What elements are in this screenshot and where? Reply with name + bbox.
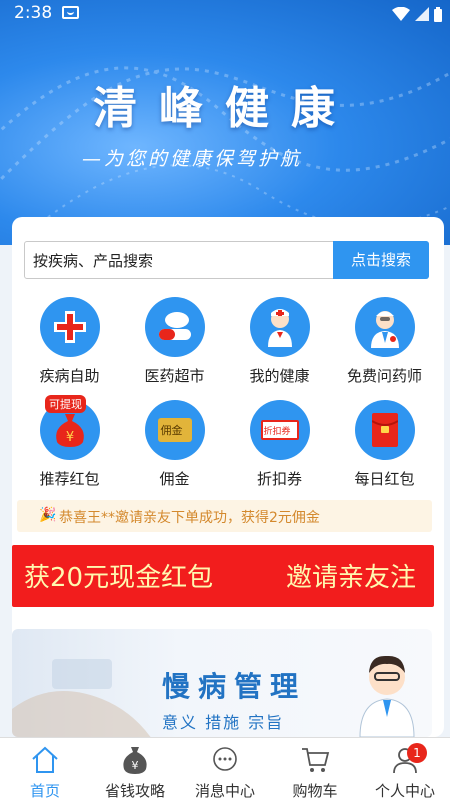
tab-savings-guide[interactable]: ¥ 省钱攻略: [90, 738, 180, 801]
grid-label: 我的健康: [249, 367, 310, 385]
grid-label: 折扣券: [256, 470, 302, 488]
grid-label: 疾病自助: [39, 367, 100, 385]
grid-label: 医药超市: [144, 367, 205, 385]
chronic-disease-banner[interactable]: 慢病管理 意义 措施 宗旨: [12, 629, 432, 737]
grid-item-pharmacy-mall[interactable]: 医药超市: [122, 297, 227, 386]
main-card: 按疾病、产品搜索 点击搜索 疾病自助 医药超市 我的健康 免费问药师 ¥ 可提现…: [12, 217, 444, 737]
status-bar: 2:38: [0, 0, 450, 28]
grid-item-recommend-bonus[interactable]: ¥ 可提现 推荐红包: [17, 395, 122, 489]
coupon-card-text: 折扣券: [263, 427, 291, 437]
grid-label: 佣金: [159, 470, 190, 488]
cart-icon: [302, 748, 330, 772]
tab-cart[interactable]: 购物车: [270, 738, 360, 801]
notice-text: 恭喜王**邀请亲友下单成功，获得2元佣金: [59, 510, 320, 526]
red-envelope-icon: [354, 400, 415, 460]
money-bag-icon: ¥: [123, 747, 147, 774]
svg-text:¥: ¥: [132, 759, 139, 772]
party-popper-icon: 🎉: [39, 507, 57, 523]
header-banner: 清峰健康 —为您的健康保驾护航: [0, 0, 450, 245]
commission-card-icon: 佣金: [144, 400, 205, 460]
coupon-icon: 折扣券: [249, 400, 310, 460]
message-icon: [62, 6, 79, 19]
grid-item-my-health[interactable]: 我的健康: [227, 297, 332, 386]
search-input[interactable]: 按疾病、产品搜索: [33, 250, 153, 271]
promo-left-text: 获20元现金红包: [24, 563, 214, 593]
tab-label: 消息中心: [194, 782, 255, 800]
status-time: 2:38: [14, 3, 53, 23]
chronic-title: 慢病管理: [162, 670, 307, 703]
grid-item-commission[interactable]: 佣金 佣金: [122, 400, 227, 489]
tab-label: 购物车: [292, 782, 338, 800]
promo-banner[interactable]: 获20元现金红包 邀请亲友注: [12, 545, 434, 607]
battery-icon: [434, 6, 442, 22]
status-icons: [392, 6, 442, 22]
home-icon: [32, 746, 58, 773]
doctor-illustration: [359, 655, 415, 737]
tab-home[interactable]: 首页: [0, 738, 90, 801]
tab-profile[interactable]: 1 个人中心: [360, 738, 450, 801]
tab-label: 首页: [29, 782, 60, 800]
grid-item-ask-pharmacist[interactable]: 免费问药师: [332, 297, 437, 386]
wifi-icon: [392, 7, 410, 21]
svg-text:¥: ¥: [65, 430, 73, 445]
notice-bar: 🎉 恭喜王**邀请亲友下单成功，获得2元佣金: [17, 500, 432, 532]
promo-right-text: 邀请亲友注: [286, 563, 417, 593]
hand-decoration: [12, 659, 151, 737]
tab-messages[interactable]: 消息中心: [180, 738, 270, 801]
withdrawable-tag: 可提现: [45, 395, 86, 413]
nurse-icon: [249, 297, 310, 357]
tab-label: 省钱攻略: [104, 782, 165, 800]
pill-icon: [144, 297, 205, 357]
grid-item-daily-red-envelope[interactable]: 每日红包: [332, 400, 437, 489]
grid-item-disease-self-help[interactable]: 疾病自助: [17, 297, 122, 386]
search-button[interactable]: 点击搜索: [333, 241, 429, 279]
notification-badge: 1: [407, 743, 427, 763]
app-title: 清峰健康: [93, 83, 357, 134]
chat-icon: [213, 747, 237, 771]
medical-cross-icon: [39, 297, 100, 357]
app-slogan: —为您的健康保驾护航: [82, 148, 303, 170]
doctor-icon: [354, 297, 415, 357]
grid-label: 免费问药师: [346, 367, 422, 385]
grid-item-coupon[interactable]: 折扣券 折扣券: [227, 400, 332, 489]
commission-card-text: 佣金: [160, 424, 183, 437]
search-bar[interactable]: 按疾病、产品搜索 点击搜索: [24, 241, 429, 279]
chronic-subtitle: 意义 措施 宗旨: [162, 713, 285, 732]
tab-label: 个人中心: [374, 782, 435, 800]
grid-label: 推荐红包: [39, 470, 100, 488]
signal-icon: [415, 7, 429, 21]
grid-label: 每日红包: [354, 470, 415, 488]
bottom-tab-bar: 首页 ¥ 省钱攻略 消息中心 购物车 1 个人中心: [0, 737, 450, 801]
